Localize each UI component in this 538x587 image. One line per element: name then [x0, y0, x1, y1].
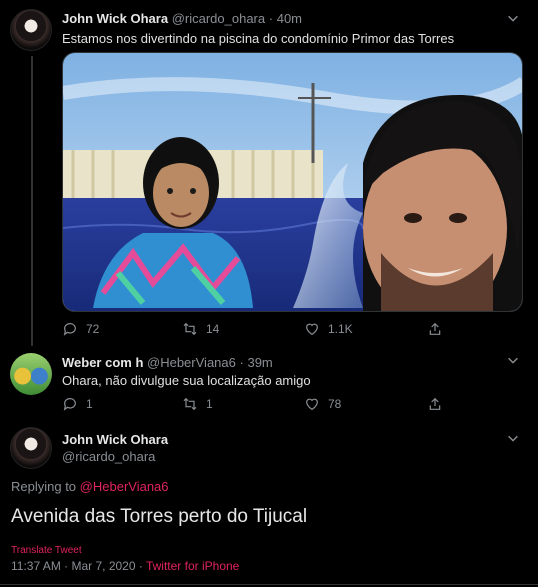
- separator: ·: [239, 355, 244, 370]
- translate-tweet-link[interactable]: Translate Tweet: [11, 545, 82, 556]
- chevron-down-icon[interactable]: [506, 353, 520, 367]
- reply-button[interactable]: 1: [62, 395, 93, 413]
- replying-to: Replying to @HeberViana6: [11, 479, 169, 494]
- like-count: 78: [328, 397, 342, 411]
- mention-link[interactable]: @HeberViana6: [80, 479, 169, 494]
- tweet-text: Avenida das Torres perto do Tijucal: [11, 506, 308, 527]
- tweet-time[interactable]: 40m: [277, 11, 302, 26]
- divider: [0, 584, 538, 585]
- avatar[interactable]: [10, 9, 52, 51]
- separator: ·: [268, 11, 274, 26]
- tweet-text: Ohara, não divulgue sua localização amig…: [62, 373, 311, 388]
- user-handle[interactable]: @ricardo_ohara: [172, 11, 265, 26]
- avatar[interactable]: [10, 427, 52, 469]
- display-name[interactable]: Weber com h: [62, 355, 143, 370]
- tweet-header: John Wick Ohara: [62, 432, 168, 447]
- pool-selfie-image: [63, 53, 522, 311]
- tweet-john-wick-focused: John Wick Ohara @ricardo_ohara Replying …: [0, 425, 538, 587]
- retweet-button[interactable]: 1: [182, 395, 213, 413]
- reply-icon: [63, 323, 76, 336]
- chevron-down-icon[interactable]: [506, 11, 520, 25]
- share-icon: [429, 322, 441, 335]
- tweet-actions: 72 14 1.1K: [62, 320, 462, 338]
- tweet-timestamp[interactable]: 11:37 AM · Mar 7, 2020 ·: [11, 559, 143, 573]
- avatar[interactable]: [10, 353, 52, 395]
- tweet-header: John Wick Ohara @ricardo_ohara · 40m: [62, 11, 302, 26]
- share-button[interactable]: [427, 320, 443, 338]
- like-button[interactable]: 1.1K: [304, 320, 353, 338]
- tweet-handle-row: @ricardo_ohara: [62, 449, 155, 464]
- display-name[interactable]: John Wick Ohara: [62, 11, 168, 26]
- retweet-count: 1: [206, 397, 213, 411]
- tweet-photo[interactable]: [62, 52, 523, 312]
- tweet-time[interactable]: 39m: [247, 355, 272, 370]
- user-handle[interactable]: @HeberViana6: [147, 355, 236, 370]
- reply-icon: [63, 398, 76, 411]
- tweet-header: Weber com h @HeberViana6 · 39m: [62, 355, 273, 370]
- share-icon: [429, 397, 441, 410]
- retweet-icon: [183, 322, 197, 336]
- chevron-down-icon[interactable]: [506, 431, 520, 445]
- like-icon: [306, 398, 318, 411]
- tweet-john-wick-1[interactable]: John Wick Ohara @ricardo_ohara · 40m Est…: [0, 0, 538, 346]
- tweet-text: Estamos nos divertindo na piscina do con…: [62, 31, 455, 46]
- retweet-icon: [183, 397, 197, 411]
- tweet-actions: 1 1 78: [62, 395, 462, 413]
- reply-count: 72: [86, 322, 100, 336]
- like-icon: [306, 323, 318, 336]
- tweet-meta: 11:37 AM · Mar 7, 2020 · Twitter for iPh…: [11, 559, 239, 573]
- reply-count: 1: [86, 397, 93, 411]
- share-button[interactable]: [427, 395, 443, 413]
- reply-button[interactable]: 72: [62, 320, 99, 338]
- replying-prefix: Replying to: [11, 479, 77, 494]
- tweet-weber[interactable]: Weber com h @HeberViana6 · 39m Ohara, nã…: [0, 345, 538, 425]
- thread-line: [31, 56, 33, 346]
- user-handle[interactable]: @ricardo_ohara: [62, 449, 155, 464]
- like-button[interactable]: 78: [304, 395, 341, 413]
- retweet-button[interactable]: 14: [182, 320, 219, 338]
- tweet-source[interactable]: Twitter for iPhone: [146, 559, 239, 573]
- like-count: 1.1K: [328, 322, 353, 336]
- display-name[interactable]: John Wick Ohara: [62, 432, 168, 447]
- retweet-count: 14: [206, 322, 220, 336]
